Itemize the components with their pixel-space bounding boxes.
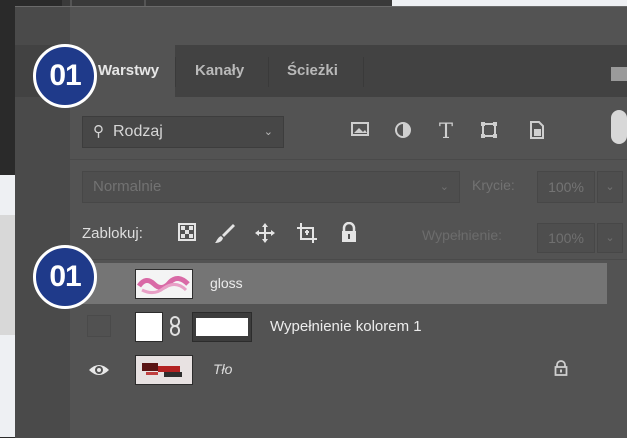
divider — [70, 259, 627, 260]
image-filter-icon[interactable] — [349, 120, 371, 142]
tab-sciezki[interactable]: Ścieżki — [287, 45, 338, 97]
lock-artboard-icon[interactable] — [295, 222, 319, 248]
chevron-down-icon: ⌄ — [439, 181, 449, 193]
lock-move-icon[interactable] — [253, 222, 277, 248]
fill-label: Wypełnienie: — [422, 227, 503, 243]
layer-name: gloss — [210, 275, 243, 291]
layer-row-fill[interactable]: Wypełnienie kolorem 1 — [70, 306, 607, 347]
type-filter-icon[interactable]: T — [435, 120, 457, 142]
layer-lock-icon — [554, 360, 568, 379]
filter-toggle-switch[interactable] — [611, 110, 627, 144]
lock-transparent-icon[interactable] — [175, 222, 199, 248]
lock-all-icon[interactable] — [337, 221, 361, 248]
divider — [70, 159, 627, 160]
filter-value: Rodzaj — [113, 123, 163, 140]
tab-bar: Warstwy Kanały Ścieżki — [15, 45, 627, 97]
blend-mode-select[interactable]: Normalnie ⌄ — [82, 171, 460, 203]
lock-label: Zablokuj: — [82, 225, 143, 242]
layer-thumbnail — [135, 355, 193, 385]
step-badge: 01 — [33, 245, 97, 309]
shape-filter-icon[interactable] — [478, 120, 500, 142]
smart-object-filter-icon[interactable] — [526, 120, 548, 142]
adjustment-filter-icon[interactable] — [392, 120, 414, 142]
step-badge: 01 — [33, 44, 97, 108]
opacity-label: Krycie: — [472, 177, 515, 193]
panel-menu-icon[interactable] — [611, 67, 627, 81]
blend-mode-value: Normalnie — [93, 178, 162, 195]
fill-input[interactable]: 100% — [537, 223, 595, 253]
layer-name: Tło — [213, 361, 233, 377]
search-icon: ⚲ — [93, 123, 104, 140]
layer-name: Wypełnienie kolorem 1 — [270, 318, 422, 335]
lock-brush-icon[interactable] — [213, 222, 237, 248]
tab-kanaly[interactable]: Kanały — [195, 45, 244, 97]
layer-row-background[interactable]: Tło — [70, 349, 607, 390]
layer-filter-select[interactable]: ⚲ Rodzaj ⌄ — [82, 116, 284, 148]
eye-icon[interactable] — [87, 358, 111, 382]
fill-dropdown-icon[interactable]: ⌄ — [597, 223, 623, 253]
layer-row-gloss[interactable]: gloss — [70, 263, 607, 304]
visibility-toggle[interactable] — [87, 315, 111, 337]
layer-thumbnail — [135, 312, 163, 342]
opacity-input[interactable]: 100% — [537, 171, 595, 203]
layer-thumbnail — [135, 269, 193, 299]
chevron-down-icon: ⌄ — [263, 126, 273, 138]
layer-mask-thumbnail — [192, 312, 252, 342]
opacity-dropdown-icon[interactable]: ⌄ — [597, 171, 623, 203]
layers-panel: Warstwy Kanały Ścieżki ⚲ Rodzaj ⌄ T Norm… — [15, 6, 627, 438]
link-chain-icon[interactable] — [168, 315, 182, 337]
